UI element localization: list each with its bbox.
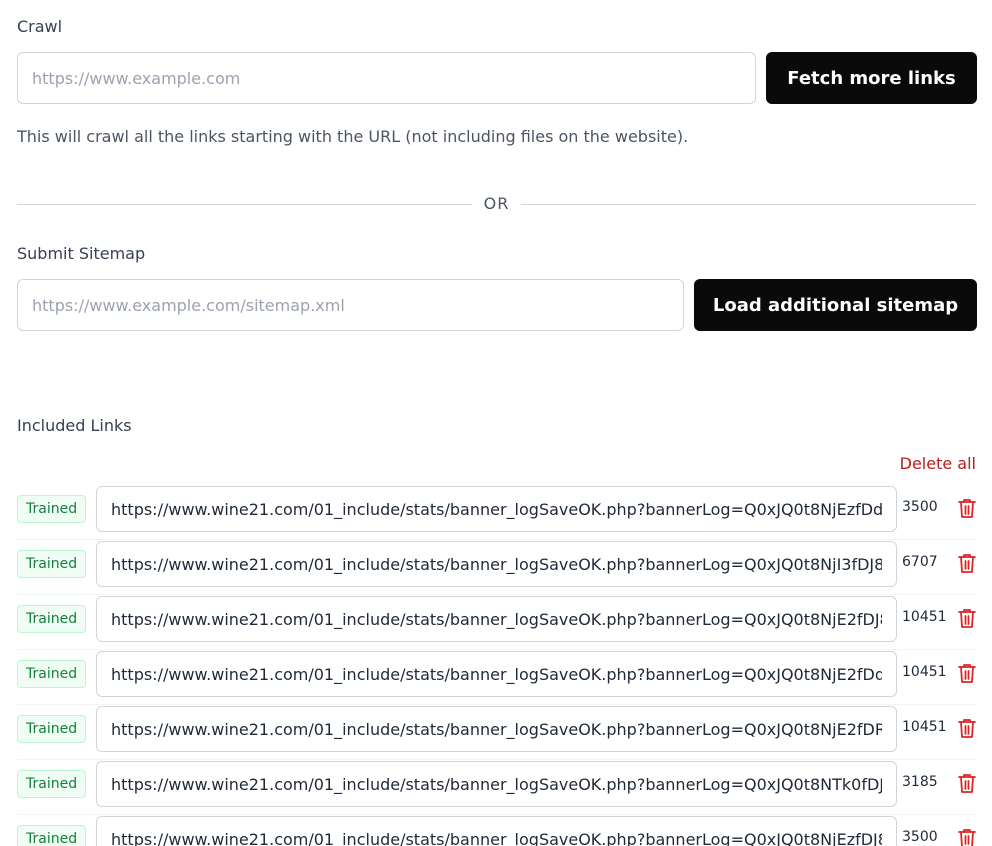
page: Crawl Fetch more links This will crawl a…: [0, 0, 992, 846]
link-row: Trained 3185: [17, 760, 977, 815]
link-url-field[interactable]: [96, 706, 897, 752]
link-count: 6707: [902, 554, 938, 570]
status-badge: Trained: [17, 825, 87, 846]
link-row: Trained 3500: [17, 815, 977, 846]
trash-icon[interactable]: [957, 552, 977, 574]
trash-icon[interactable]: [957, 772, 977, 794]
status-badge: Trained: [17, 495, 87, 523]
link-row: Trained 10451: [17, 650, 977, 705]
link-row: Trained 10451: [17, 705, 977, 760]
trash-icon[interactable]: [957, 497, 977, 519]
fetch-more-links-button[interactable]: Fetch more links: [766, 52, 977, 104]
link-count: 10451: [902, 609, 947, 625]
trash-icon[interactable]: [957, 717, 977, 739]
link-url-field[interactable]: [96, 651, 897, 697]
link-url-field[interactable]: [96, 596, 897, 642]
link-url-field[interactable]: [96, 816, 897, 846]
link-count: 3500: [902, 829, 938, 845]
status-badge: Trained: [17, 550, 87, 578]
or-divider: OR: [17, 192, 976, 216]
crawl-url-input[interactable]: [17, 52, 756, 104]
link-url-field[interactable]: [96, 541, 897, 587]
status-badge: Trained: [17, 770, 87, 798]
trash-icon[interactable]: [957, 827, 977, 846]
link-count: 10451: [902, 664, 947, 680]
divider-line-right: [521, 204, 976, 205]
link-url-field[interactable]: [96, 761, 897, 807]
sitemap-label: Submit Sitemap: [17, 244, 146, 263]
status-badge: Trained: [17, 660, 87, 688]
link-count: 10451: [902, 719, 947, 735]
included-links-label: Included Links: [17, 416, 132, 435]
link-row: Trained 3500: [17, 485, 977, 540]
sitemap-url-input[interactable]: [17, 279, 684, 331]
link-count: 3500: [902, 499, 938, 515]
link-url-field[interactable]: [96, 486, 897, 532]
status-badge: Trained: [17, 715, 87, 743]
crawl-helper-text: This will crawl all the links starting w…: [17, 127, 689, 146]
trash-icon[interactable]: [957, 607, 977, 629]
link-row: Trained 10451: [17, 595, 977, 650]
included-links-list: Trained3500Trained6707Trained10451Traine…: [17, 485, 977, 846]
crawl-label: Crawl: [17, 17, 63, 36]
delete-all-link[interactable]: Delete all: [900, 454, 976, 473]
load-additional-sitemap-button[interactable]: Load additional sitemap: [694, 279, 977, 331]
link-count: 3185: [902, 774, 938, 790]
trash-icon[interactable]: [957, 662, 977, 684]
status-badge: Trained: [17, 605, 87, 633]
link-row: Trained 6707: [17, 540, 977, 595]
